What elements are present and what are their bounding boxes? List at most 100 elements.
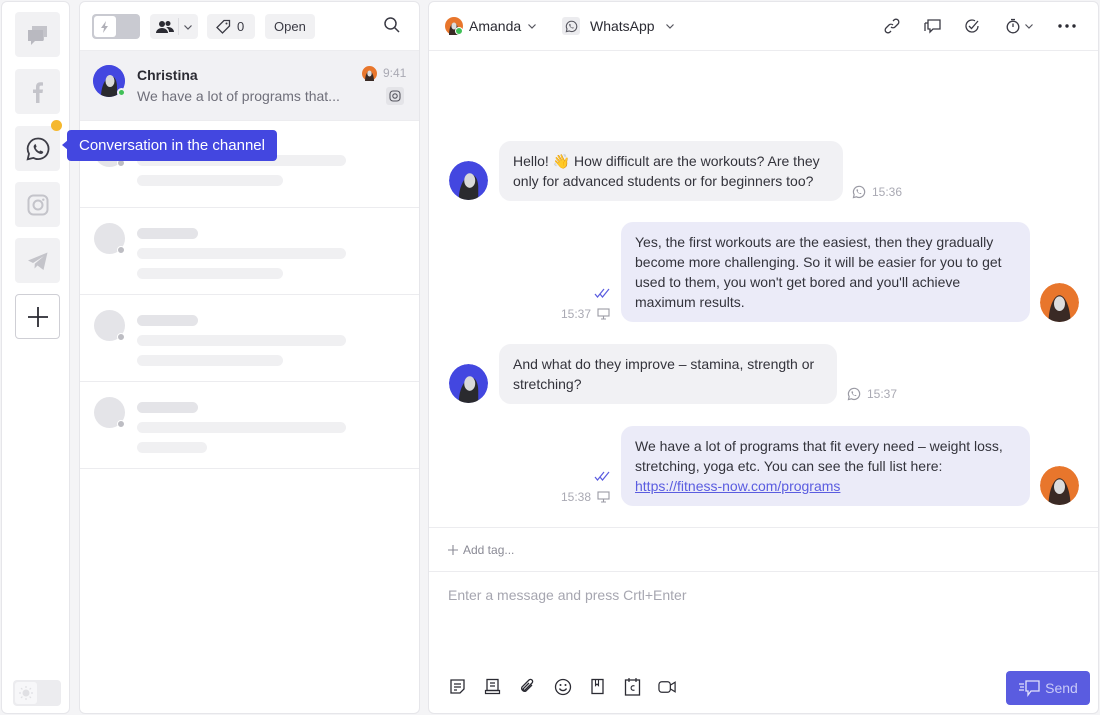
plus-icon bbox=[27, 306, 48, 327]
facebook-icon bbox=[32, 81, 43, 103]
search-button[interactable] bbox=[383, 16, 403, 36]
lightning-icon bbox=[101, 20, 108, 33]
channel-name: WhatsApp bbox=[590, 18, 655, 34]
chevron-down-icon bbox=[1024, 24, 1033, 29]
add-channel-button[interactable] bbox=[15, 294, 60, 339]
read-receipt-icon bbox=[594, 288, 610, 298]
users-icon bbox=[156, 20, 174, 33]
message-time: 15:37 bbox=[561, 307, 592, 321]
online-indicator bbox=[117, 88, 126, 97]
desktop-icon bbox=[597, 308, 610, 320]
instagram-icon bbox=[386, 87, 404, 105]
theme-toggle[interactable] bbox=[13, 680, 61, 706]
message-bubble-incoming: Hello! 👋 How difficult are the workouts?… bbox=[499, 141, 843, 201]
conversation-placeholder bbox=[80, 382, 419, 469]
agent-avatar bbox=[1040, 466, 1079, 505]
calendar-icon[interactable] bbox=[623, 677, 642, 696]
more-button[interactable] bbox=[1057, 16, 1077, 36]
comments-icon bbox=[923, 18, 941, 34]
assigned-agent-avatar bbox=[362, 66, 377, 81]
add-tag-button[interactable]: Add tag... bbox=[429, 527, 1098, 572]
whatsapp-icon bbox=[565, 20, 577, 32]
status-filter[interactable]: Open bbox=[265, 14, 315, 39]
conversation-item[interactable]: Christina We have a lot of programs that… bbox=[80, 51, 419, 121]
message-bubble-outgoing: We have a lot of programs that fit every… bbox=[621, 426, 1030, 506]
read-receipt-icon bbox=[594, 471, 610, 481]
message-text: Hello! 👋 How difficult are the workouts?… bbox=[513, 153, 820, 189]
template-icon[interactable] bbox=[448, 677, 467, 696]
contact-avatar bbox=[449, 161, 488, 200]
channel-all-conversations[interactable] bbox=[15, 12, 60, 57]
channel-tooltip: Conversation in the channel bbox=[62, 130, 277, 161]
emoji-icon[interactable] bbox=[553, 677, 572, 696]
chevron-down-icon bbox=[665, 24, 674, 29]
team-filter-dropdown[interactable] bbox=[150, 14, 198, 39]
message-text: Yes, the first workouts are the easiest,… bbox=[635, 234, 1002, 310]
message-meta: 15:37 bbox=[561, 307, 610, 321]
sun-icon bbox=[19, 686, 33, 700]
conversation-placeholder bbox=[80, 208, 419, 295]
plus-icon bbox=[448, 544, 458, 555]
link-button[interactable] bbox=[882, 16, 902, 36]
agent-avatar bbox=[445, 17, 463, 35]
instagram-icon bbox=[27, 194, 48, 215]
message-time: 15:38 bbox=[561, 490, 592, 504]
search-icon bbox=[384, 17, 400, 33]
online-indicator bbox=[455, 27, 463, 35]
list-toolbar: 0 Open bbox=[80, 2, 419, 51]
whatsapp-icon bbox=[852, 185, 866, 199]
channel-telegram[interactable] bbox=[15, 238, 60, 283]
conversation-time: 9:41 bbox=[383, 66, 407, 80]
whatsapp-icon bbox=[25, 137, 49, 161]
message-input-placeholder: Enter a message and press Crtl+Enter bbox=[448, 587, 687, 603]
auto-assign-toggle[interactable] bbox=[92, 14, 140, 39]
channel-rail bbox=[1, 1, 70, 714]
message-text: We have a lot of programs that fit every… bbox=[635, 438, 1003, 474]
whatsapp-icon bbox=[847, 387, 861, 401]
channel-whatsapp[interactable] bbox=[15, 126, 60, 171]
resolve-button[interactable] bbox=[962, 16, 982, 36]
channel-facebook[interactable] bbox=[15, 69, 60, 114]
tag-filter[interactable]: 0 bbox=[207, 14, 255, 39]
chevron-down-icon bbox=[528, 24, 537, 29]
add-tag-label: Add tag... bbox=[463, 542, 515, 557]
composer-toolbar bbox=[448, 677, 677, 696]
snooze-dropdown[interactable] bbox=[1002, 16, 1036, 36]
agent-selector[interactable]: Amanda bbox=[445, 17, 537, 35]
knowledge-base-icon[interactable] bbox=[483, 677, 502, 696]
agent-name: Amanda bbox=[469, 18, 522, 34]
more-icon bbox=[1058, 24, 1076, 28]
desktop-icon bbox=[597, 491, 610, 503]
conversation-placeholder bbox=[80, 295, 419, 382]
message-preview: We have a lot of programs that... bbox=[137, 88, 340, 104]
send-button[interactable]: Send bbox=[1006, 671, 1090, 705]
chat-header: Amanda WhatsApp bbox=[429, 2, 1098, 51]
video-icon[interactable] bbox=[658, 677, 677, 696]
send-label: Send bbox=[1045, 680, 1078, 696]
conversation-list: 0 Open Christina We have a lot of progra… bbox=[79, 1, 420, 714]
contact-avatar bbox=[449, 364, 488, 403]
telegram-icon bbox=[27, 252, 47, 270]
tag-count: 0 bbox=[237, 19, 245, 34]
chat-bubbles-icon bbox=[27, 25, 47, 45]
tag-icon bbox=[216, 19, 231, 34]
attachment-icon[interactable] bbox=[518, 677, 537, 696]
bookmark-icon[interactable] bbox=[588, 677, 607, 696]
link-icon bbox=[884, 18, 900, 34]
message-link[interactable]: https://fitness-now.com/programs bbox=[635, 478, 840, 494]
chevron-down-icon bbox=[184, 24, 192, 30]
channel-selector[interactable]: WhatsApp bbox=[562, 17, 675, 35]
message-input[interactable]: Enter a message and press Crtl+Enter bbox=[448, 587, 687, 603]
comments-button[interactable] bbox=[922, 16, 942, 36]
message-time: 15:36 bbox=[872, 185, 903, 199]
send-icon bbox=[1019, 680, 1040, 697]
status-label: Open bbox=[274, 19, 306, 34]
timer-icon bbox=[1006, 18, 1019, 34]
message-meta: 15:36 bbox=[852, 185, 902, 199]
message-text: And what do they improve – stamina, stre… bbox=[513, 356, 815, 392]
tooltip-text: Conversation in the channel bbox=[79, 137, 265, 154]
message-meta: 15:38 bbox=[561, 490, 610, 504]
channel-instagram[interactable] bbox=[15, 182, 60, 227]
contact-name: Christina bbox=[137, 67, 198, 83]
message-time: 15:37 bbox=[867, 387, 898, 401]
